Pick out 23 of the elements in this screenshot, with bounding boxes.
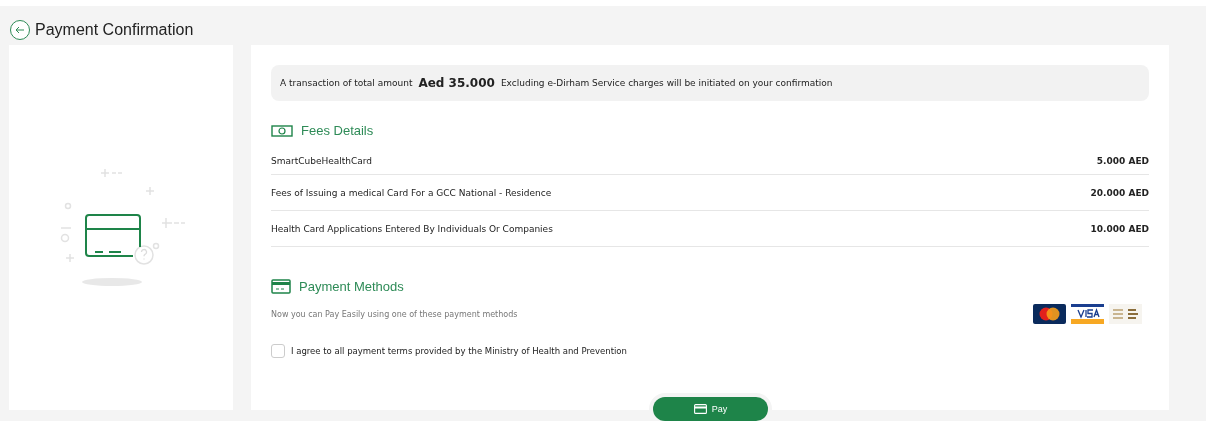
payment-methods-subtitle: Now you can Pay Easily using one of these payment methods <box>271 309 518 319</box>
fee-amount: 10.000 AED <box>1090 223 1149 234</box>
fee-name: SmartCubeHealthCard <box>271 156 373 166</box>
notice-text: Excluding e-Dirham Service charges will be initiated on your confirmation <box>500 78 833 88</box>
visa-logo-icon <box>1071 304 1104 324</box>
section-title: Fees Details <box>301 123 374 138</box>
agree-checkbox[interactable] <box>271 344 285 358</box>
fee-amount: 5.000 AED <box>1096 156 1149 166</box>
back-button[interactable] <box>10 20 30 40</box>
section-title: Payment Methods <box>299 279 404 294</box>
fee-name: Fees of Issuing a medical Card For a GCC National - Residence <box>271 187 552 198</box>
agreement-label: I agree to all payment terms provided by the Ministry of Health and Prevention <box>291 346 627 356</box>
credit-card-icon <box>693 404 707 414</box>
fee-name: Health Card Applications Entered By Individuals Or Companies <box>271 223 553 234</box>
back-arrow-icon <box>15 26 25 34</box>
banknote-icon <box>271 124 293 137</box>
credit-card-icon <box>271 279 291 294</box>
total-amount: Aed 35.000 <box>418 76 495 90</box>
e-dirham-logo-icon <box>1109 304 1142 324</box>
fee-amount: 20.000 AED <box>1090 187 1149 198</box>
notice-text: A transaction of total amount <box>280 78 413 88</box>
page-title: Payment Confirmation <box>35 21 194 39</box>
mastercard-logo-icon <box>1033 304 1066 324</box>
